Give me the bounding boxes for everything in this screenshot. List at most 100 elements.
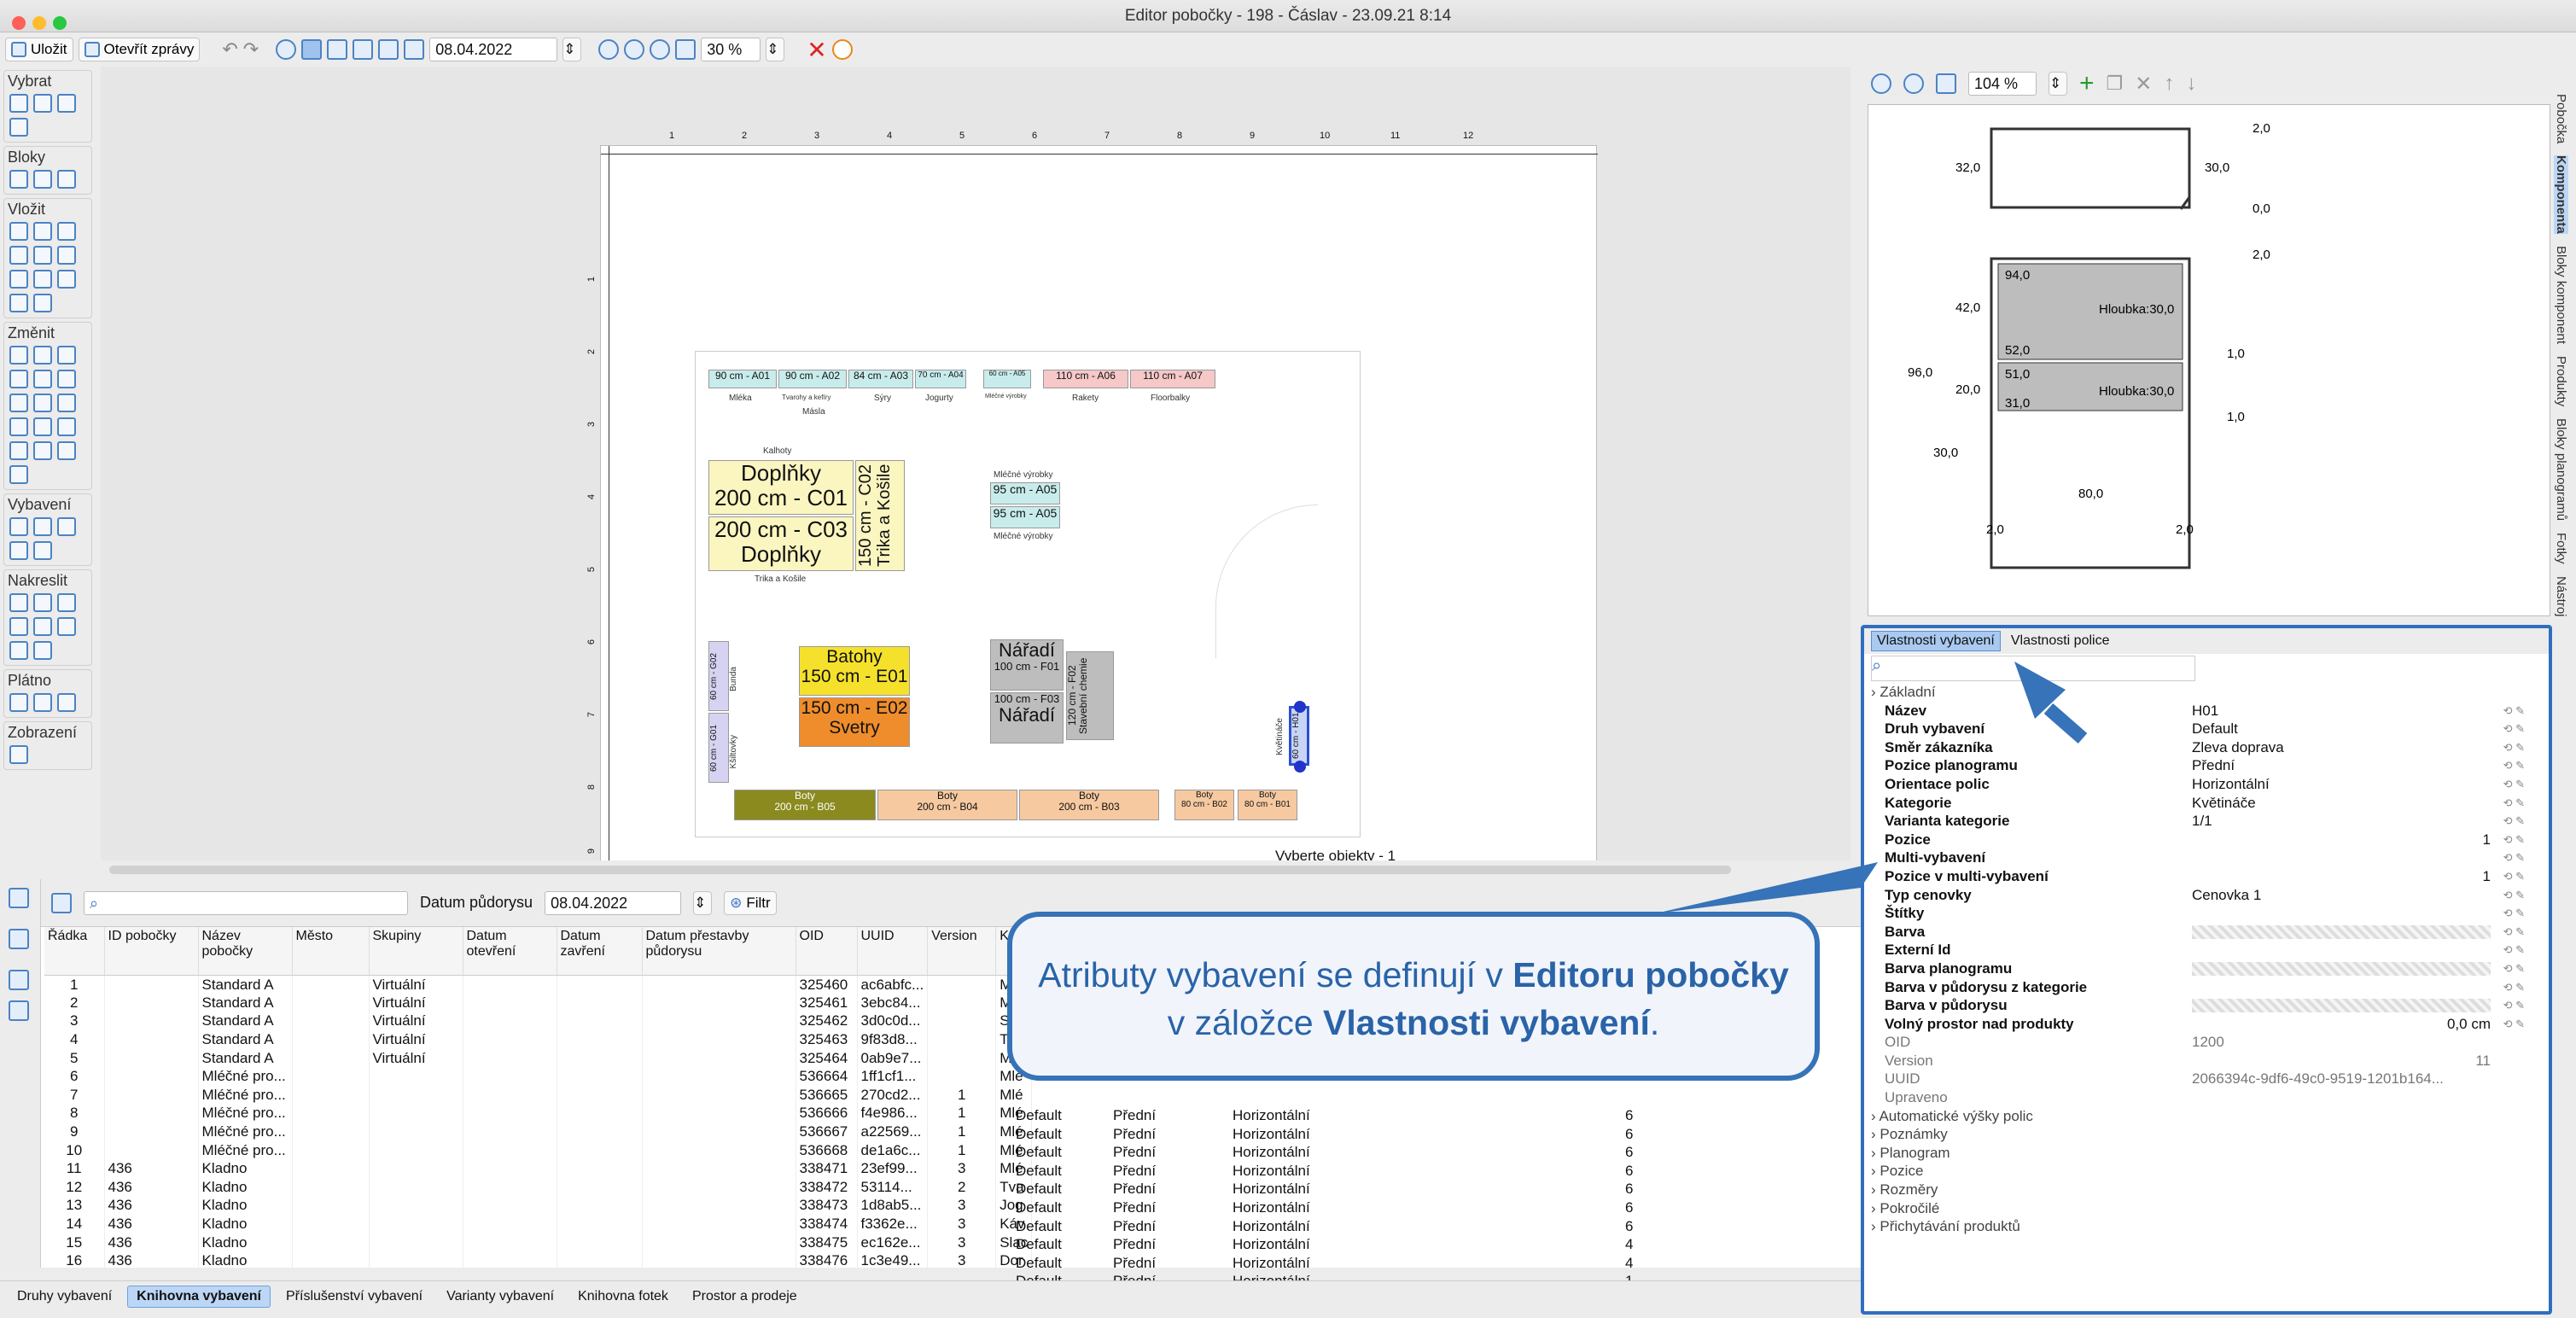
table-row[interactable]: 5Standard AVirtuální3254640ab9e7...Mlé (44, 1048, 1033, 1067)
reset-icon[interactable]: ⟲ ✎ (2491, 831, 2525, 849)
shelf-b02[interactable]: Boty 80 cm - B02 (1174, 790, 1234, 820)
align-center-icon[interactable] (33, 394, 52, 412)
property-row[interactable]: Směr zákazníka Zleva doprava ⟲ ✎ (1864, 738, 2549, 757)
draw-polygon-icon[interactable] (33, 641, 52, 660)
confirm-icon[interactable] (831, 39, 853, 60)
insert-frame-icon[interactable] (57, 246, 76, 265)
reset-icon[interactable]: ⟲ ✎ (2491, 720, 2525, 738)
shelf-f01[interactable]: Nářadí 100 cm - F01 (990, 639, 1064, 691)
align-bottom-icon[interactable] (57, 370, 76, 388)
column-header[interactable]: Název pobočky (198, 927, 293, 976)
target-icon[interactable] (33, 94, 52, 113)
export-csv-icon[interactable] (9, 929, 29, 949)
shelf-a05b[interactable]: 95 cm - A05 (990, 506, 1060, 528)
column-header[interactable]: Skupiny (369, 927, 463, 976)
property-value[interactable]: Zleva doprava (2192, 738, 2491, 757)
align-mid-icon[interactable] (33, 370, 52, 388)
property-row[interactable]: Varianta kategorie 1/1 ⟲ ✎ (1864, 812, 2549, 831)
reset-icon[interactable]: ⟲ ✎ (2491, 812, 2525, 831)
shelf-a06[interactable]: 110 cm - A06 (1043, 370, 1128, 388)
vtab-component-blocks[interactable]: Bloky komponent (2554, 246, 2568, 344)
column-header[interactable]: Řádka (44, 927, 105, 976)
tab-equipment-types[interactable]: Druhy vybavení (9, 1286, 120, 1307)
property-value[interactable] (2192, 961, 2491, 976)
property-value[interactable]: Přední (2192, 756, 2491, 775)
connect-icon[interactable] (353, 39, 374, 60)
floorplan-date-field[interactable]: 08.04.2022 (545, 890, 682, 915)
property-section[interactable]: › Pozice (1864, 1162, 2549, 1181)
insert-camera-icon[interactable] (33, 246, 52, 265)
property-value[interactable]: Default (2192, 720, 2491, 738)
table-row[interactable]: 4Standard AVirtuální3254639f83d8...Tva (44, 1029, 1033, 1049)
block-icon[interactable] (9, 170, 28, 189)
draw-circle-icon[interactable] (9, 641, 28, 660)
property-row[interactable]: Orientace polic Horizontální ⟲ ✎ (1864, 775, 2549, 794)
export-xo-icon[interactable] (9, 888, 29, 908)
insert-table-icon[interactable] (57, 222, 76, 241)
component-zoom-field[interactable]: 104 % (1968, 72, 2037, 96)
draw-bezier-icon[interactable] (57, 617, 76, 636)
insert-doc-icon[interactable] (33, 294, 52, 312)
insert-measure-icon[interactable] (33, 270, 52, 289)
floorplan-paper[interactable]: 1 2 3 4 5 6 7 8 9 10 11 12 1 2 3 4 5 6 7… (586, 131, 1598, 860)
equip-paint-icon[interactable] (57, 517, 76, 536)
canvas-size-icon[interactable] (33, 693, 52, 712)
property-value[interactable]: H01 (2192, 702, 2491, 720)
shelf-g02[interactable]: 60 cm - G02 (708, 641, 729, 711)
close-window-icon[interactable] (12, 16, 26, 30)
table-row[interactable]: 6 Mléčné pro... 536664 1ff1cf1... Mlé (44, 1066, 1033, 1086)
shelf-a03[interactable]: 84 cm - A03 (848, 370, 913, 388)
tab-equipment-variants[interactable]: Varianty vybavení (438, 1286, 562, 1307)
property-row[interactable]: Barva v půdorysu ⟲ ✎ (1864, 996, 2549, 1015)
reset-icon[interactable]: ⟲ ✎ (2491, 775, 2525, 794)
tab-equipment-properties[interactable]: Vlastnosti vybavení (1871, 631, 2001, 651)
column-header[interactable]: Version (927, 927, 997, 976)
property-section[interactable]: › Automatické výšky polic (1864, 1107, 2549, 1126)
zoom-in-icon[interactable] (1871, 73, 1891, 94)
shelf-b03[interactable]: Boty 200 cm - B03 (1019, 790, 1159, 820)
property-value[interactable] (2192, 941, 2491, 959)
tab-shelf-properties[interactable]: Vlastnosti police (2006, 632, 2115, 650)
shelf-a01[interactable]: 90 cm - A01 (708, 370, 777, 388)
equip-grid-icon[interactable] (9, 541, 28, 560)
zoom-reset-icon[interactable] (650, 39, 671, 60)
property-section[interactable]: › Pokročilé (1864, 1199, 2549, 1218)
import-icon[interactable] (9, 970, 29, 990)
block-group-icon[interactable] (57, 170, 76, 189)
property-row[interactable]: Štítky ⟲ ✎ (1864, 904, 2549, 923)
library-search-input[interactable]: ⌕ (84, 890, 408, 915)
insert-box-icon[interactable] (33, 222, 52, 241)
property-row[interactable]: Barva v půdorysu z kategorie ⟲ ✎ (1864, 978, 2549, 997)
shelf-a05-top[interactable]: 60 cm - A05 (983, 370, 1031, 388)
property-value[interactable] (2192, 999, 2491, 1013)
move-icon[interactable] (9, 346, 28, 364)
chart-icon[interactable] (9, 1000, 29, 1021)
reset-icon[interactable]: ⟲ ✎ (2491, 886, 2525, 905)
reset-icon[interactable]: ⟲ ✎ (2491, 794, 2525, 813)
property-row[interactable]: Externí Id ⟲ ✎ (1864, 941, 2549, 959)
snap-icon[interactable] (327, 39, 348, 60)
column-header[interactable]: UUID (857, 927, 929, 976)
draw-polyline-icon[interactable] (33, 593, 52, 612)
property-row[interactable]: Barva planogramu ⟲ ✎ (1864, 959, 2549, 978)
reset-icon[interactable]: ⟲ ✎ (2491, 978, 2525, 997)
tab-space-sales[interactable]: Prostor a prodeje (684, 1286, 806, 1307)
reset-icon[interactable]: ⟲ ✎ (2491, 702, 2525, 720)
selection-handle-top[interactable] (1294, 701, 1306, 713)
tab-photo-library[interactable]: Knihovna fotek (569, 1286, 677, 1307)
equip-rotate-icon[interactable] (33, 517, 52, 536)
move-up-icon[interactable]: ↑ (2164, 72, 2174, 96)
property-row[interactable]: Pozice planogramu Přední ⟲ ✎ (1864, 756, 2549, 775)
vtab-photos[interactable]: Fotky (2554, 533, 2568, 564)
tab-equipment-accessories[interactable]: Příslušenství vybavení (277, 1286, 431, 1307)
section-basic[interactable]: › Základní (1864, 683, 2549, 702)
property-row[interactable]: Kategorie Květináče ⟲ ✎ (1864, 794, 2549, 813)
align-right-icon[interactable] (57, 394, 76, 412)
link-icon[interactable] (9, 465, 28, 484)
fit-icon[interactable] (1936, 73, 1956, 94)
property-row[interactable]: Pozice 1 ⟲ ✎ (1864, 831, 2549, 849)
zoom-stepper[interactable]: ⇕ (766, 38, 785, 61)
duplicate-icon[interactable]: ❐ (2107, 73, 2124, 95)
reset-icon[interactable]: ⟲ ✎ (2491, 756, 2525, 775)
shelf-e02[interactable]: 150 cm - E02 Svetry (799, 697, 910, 747)
